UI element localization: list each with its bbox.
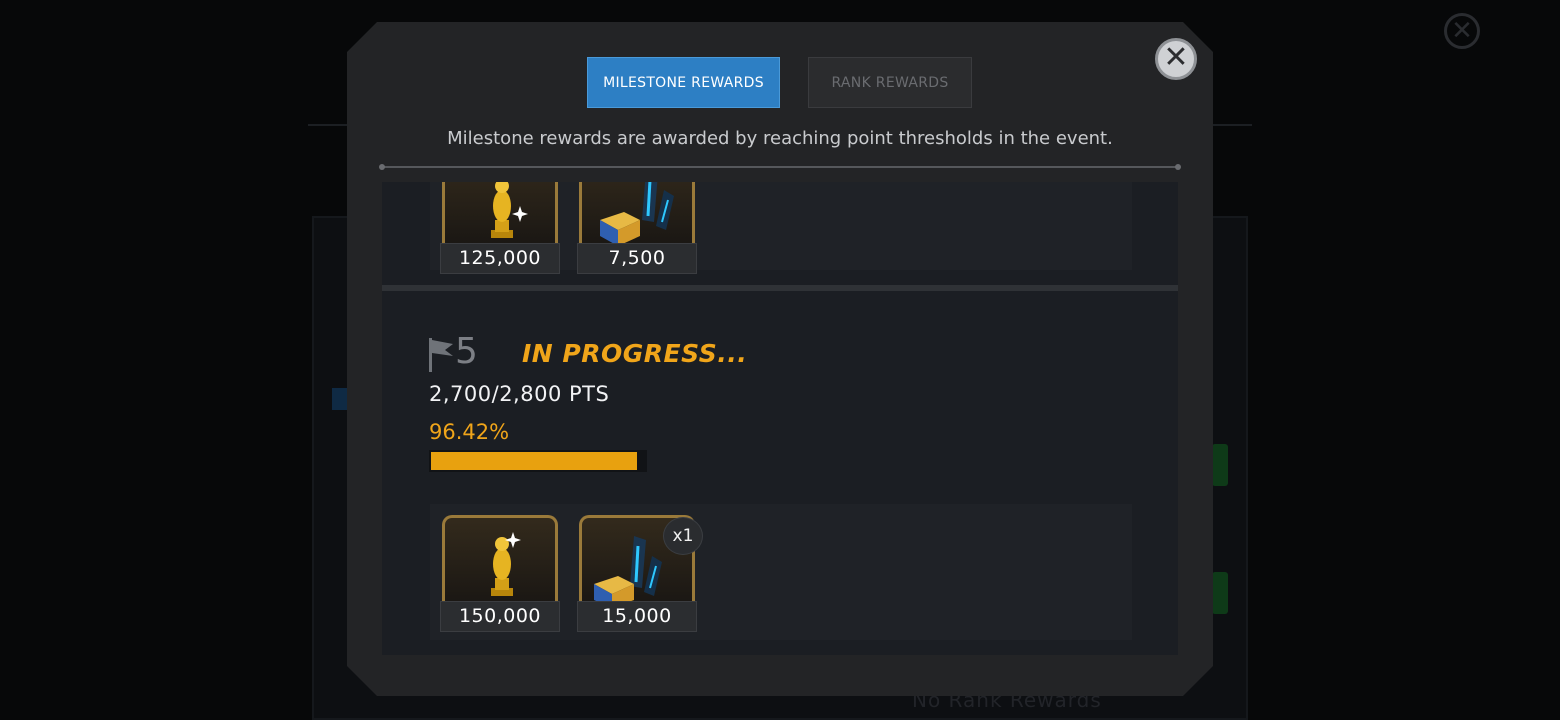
progress-bar [429, 450, 647, 472]
tab-milestone-rewards[interactable]: MILESTONE REWARDS [587, 57, 780, 108]
background-close-icon: ✕ [1444, 13, 1480, 49]
gold-trophy-icon [491, 182, 528, 238]
progress-bar-fill [431, 452, 637, 470]
quantity-badge: x1 [663, 517, 703, 555]
reward-card-crystal[interactable]: 7,500 [577, 182, 697, 274]
card-frame [442, 182, 558, 249]
card-frame [442, 515, 558, 607]
tab-rank-rewards[interactable]: RANK REWARDS [808, 57, 972, 108]
milestone-list[interactable]: 125,000 7,500 5 IN PROGRESS... 2,700/2,8… [382, 182, 1178, 655]
milestone-item-previous: 125,000 7,500 [382, 182, 1178, 285]
reward-value: 7,500 [577, 243, 697, 274]
gold-trophy-icon [491, 532, 521, 596]
progress-percent: 96.42% [429, 420, 510, 444]
milestone-number: 5 [455, 331, 478, 372]
reward-value: 125,000 [440, 243, 560, 274]
reward-card-gold[interactable]: 150,000 [440, 515, 560, 632]
background-green-button [1212, 444, 1228, 486]
reward-card-crystal[interactable]: x1 15,000 [577, 515, 703, 632]
close-icon: ✕ [1163, 40, 1189, 75]
reward-value: 15,000 [577, 601, 697, 632]
reward-card-gold[interactable]: 125,000 [440, 182, 560, 274]
milestone-points: 2,700/2,800 PTS [429, 382, 610, 406]
close-button[interactable]: ✕ [1155, 38, 1197, 80]
flag-icon [429, 338, 453, 372]
rewards-description: Milestone rewards are awarded by reachin… [447, 128, 1113, 149]
background-green-button [1212, 572, 1228, 614]
card-frame [579, 182, 695, 249]
reward-value: 150,000 [440, 601, 560, 632]
crystal-shard-icon [600, 182, 674, 246]
header-divider [379, 164, 1181, 170]
milestone-status: IN PROGRESS... [522, 339, 748, 368]
